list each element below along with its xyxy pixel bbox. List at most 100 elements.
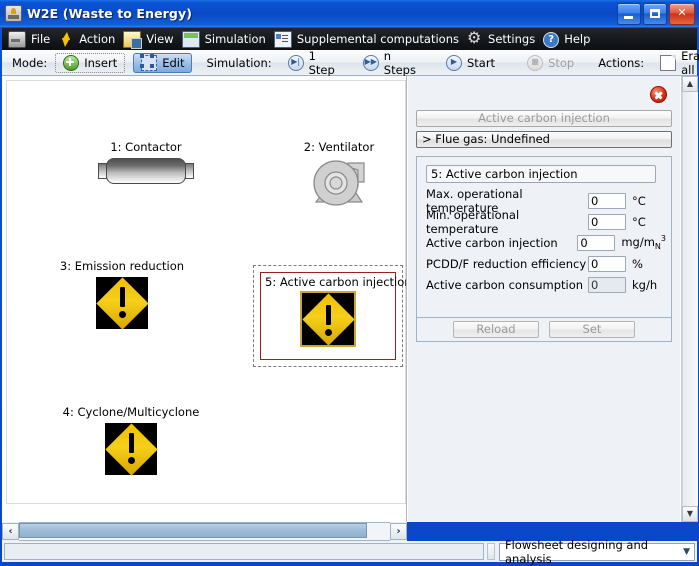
erase-all-label: Erase all [681,48,699,77]
field-label-active-carbon-consumption: Active carbon consumption [426,277,584,292]
node-contactor[interactable]: 1: Contactor [86,140,206,184]
ventilator-icon [308,158,370,214]
node-emission-reduction[interactable]: 3: Emission reduction [27,259,217,330]
close-circle-icon[interactable] [650,86,667,103]
field-input-max-temp[interactable] [588,192,626,209]
file-icon [8,30,26,48]
supplemental-icon [273,30,292,48]
unit-superscript: 3 [660,233,666,243]
edit-mode-button[interactable]: Edit [133,52,193,73]
menu-item-view[interactable]: View [121,28,179,50]
unit-base: mg/m [621,234,655,249]
field-input-active-carbon-consumption [588,276,626,293]
close-button[interactable]: ✕ [669,3,695,25]
field-row-active-carbon-consumption: Active carbon consumption kg/h [426,274,666,295]
scroll-left-arrow-icon[interactable]: ‹ [2,523,19,540]
menu-label-settings: Settings [488,32,536,46]
menu-item-help[interactable]: Help [541,28,596,50]
node-label-active-carbon-injection: 5: Active carbon injection [265,275,407,289]
field-unit-min-temp: °C [632,214,646,229]
panel-vertical-scrollbar[interactable]: ▲ ▼ [681,76,698,522]
mode-combo-box[interactable]: Flowsheet designing and analysis ▼ [499,538,695,566]
n-steps-icon: ▶▶ [362,54,379,71]
menu-item-action[interactable]: Action [56,28,121,50]
warning-icon [300,291,356,347]
application-window: W2E (Waste to Energy) ✕ File Action View… [0,0,699,566]
start-button[interactable]: ▶ Start [438,53,503,73]
panel-title: Active carbon injection [416,110,672,127]
vertical-scroll-track[interactable] [682,92,698,506]
menu-item-supplemental-computations[interactable]: Supplemental computations [272,28,465,50]
unit-subscript: N [654,242,661,252]
flowsheet-canvas[interactable]: 1: Contactor 2: Ventilator 3: Emission r… [2,76,407,522]
field-label-active-carbon-injection: Active carbon injection [426,235,558,250]
stop-label: Stop [548,55,575,70]
panel-buttons: Reload Set [416,318,672,342]
menu-label-simulation: Simulation [204,32,266,46]
menu-item-simulation[interactable]: Simulation [180,28,272,50]
node-label-cyclone: 4: Cyclone/Multicyclone [62,405,200,419]
insert-mode-button[interactable]: Insert [55,52,126,73]
status-message-field [4,543,484,560]
title-bar: W2E (Waste to Energy) ✕ [0,0,699,27]
node-active-carbon-injection-selection[interactable]: 5: Active carbon injection [253,265,407,367]
horizontal-scroll-thumb[interactable] [19,523,367,538]
one-step-glyph: ▶| [291,56,301,66]
actions-label: Actions: [598,55,645,70]
field-input-active-carbon-injection[interactable] [577,234,616,251]
property-panel: Active carbon injection > Flue gas: Unde… [408,76,680,522]
canvas-horizontal-scrollbar[interactable]: ‹ › [2,522,407,541]
field-unit-active-carbon-consumption: kg/h [632,277,658,292]
warning-icon [104,422,158,476]
gear-icon [467,29,483,47]
maximize-button[interactable] [643,3,667,25]
plus-circle-icon [63,54,80,71]
field-row-active-carbon-injection: Active carbon injection mg/mN3 [426,232,666,253]
node-ventilator[interactable]: 2: Ventilator [279,140,399,214]
set-button[interactable]: Set [549,321,635,338]
status-bar: Flowsheet designing and analysis ▼ [2,538,697,566]
node-label-contactor: 1: Contactor [110,140,182,154]
node-name-field[interactable]: 5: Active carbon injection [426,165,656,183]
menu-label-view: View [146,32,174,46]
one-step-button[interactable]: ▶| 1 Step [280,49,343,77]
warning-exclamation-dot [324,329,332,336]
menu-item-file[interactable]: File [6,28,56,50]
reload-button[interactable]: Reload [453,321,539,338]
scroll-right-arrow-icon[interactable]: › [390,523,407,540]
n-steps-glyph: ▶▶ [364,56,377,66]
flowsheet-surface[interactable]: 1: Contactor 2: Ventilator 3: Emission r… [6,80,406,504]
field-input-min-temp[interactable] [588,213,626,230]
chevron-down-icon: ▼ [683,546,690,557]
start-label: Start [466,55,496,70]
node-cyclone-multicyclone[interactable]: 4: Cyclone/Multicyclone [25,405,237,476]
menu-label-help: Help [564,32,591,46]
field-row-min-temp: Min. operational temperature °C [426,208,666,236]
panel-field-rows: Max. operational temperature °C Min. ope… [426,187,666,295]
close-icon: ✕ [677,6,687,19]
help-icon [543,31,560,48]
mode-combo-value: Flowsheet designing and analysis [505,537,649,566]
node-label-emission-reduction: 3: Emission reduction [59,259,185,273]
insert-button-label: Insert [84,55,118,70]
warning-exclamation-dot [127,457,135,464]
menu-item-settings[interactable]: Settings [465,28,541,50]
field-unit-pcdd-efficiency: % [632,256,643,271]
horizontal-scroll-track[interactable] [19,522,390,541]
minimize-button[interactable] [617,3,641,25]
warning-exclamation-bar [128,433,134,453]
edit-select-icon [140,53,158,71]
field-input-pcdd-efficiency[interactable] [588,255,626,272]
panel-node-tree-item[interactable]: > Flue gas: Undefined [416,131,672,148]
content-area: 1: Contactor 2: Ventilator 3: Emission r… [2,76,698,522]
erase-all-button[interactable]: Erase all [652,49,699,77]
node-active-carbon-injection[interactable]: 5: Active carbon injection [260,272,407,360]
scroll-up-arrow-icon[interactable]: ▲ [682,76,698,92]
warning-icon [95,276,149,330]
scroll-down-arrow-icon[interactable]: ▼ [682,506,698,522]
warning-exclamation-bar [325,305,331,325]
n-steps-label: n Steps [383,48,416,77]
n-steps-button[interactable]: ▶▶ n Steps [355,49,424,77]
field-label-min-temp: Min. operational temperature [426,207,520,236]
step-icon: ▶| [287,54,304,71]
